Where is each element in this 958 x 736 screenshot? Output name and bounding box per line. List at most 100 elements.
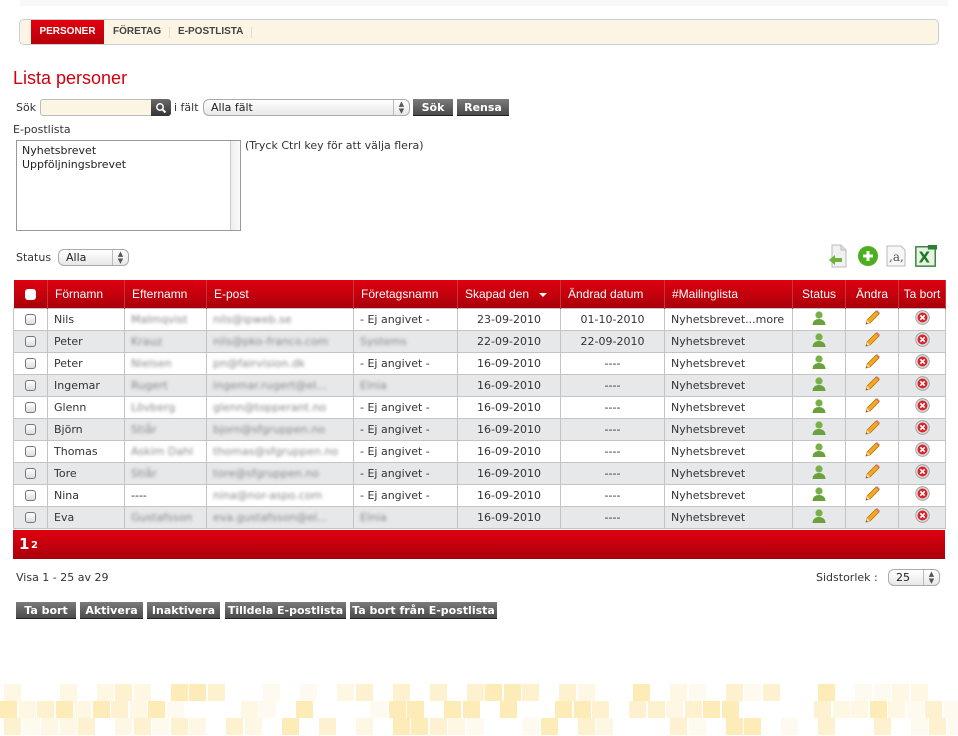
row-checkbox[interactable] [25,468,36,479]
delete-icon [914,442,930,457]
delete-cell[interactable] [898,439,946,463]
email-cell: glenn@topperant.no [206,395,354,419]
mosaic-tile [814,701,831,718]
delete-cell[interactable] [898,329,946,353]
status-select[interactable]: Alla ▲ ▼ [58,249,129,266]
row-checkbox[interactable] [25,490,36,501]
mosaic-tile [670,718,687,735]
status-cell[interactable] [792,395,846,419]
delete-cell[interactable] [898,351,946,375]
import-button[interactable] [826,243,850,269]
header-efternamn[interactable]: Efternamn [124,280,207,308]
status-cell[interactable] [792,417,846,441]
mailing-list-option[interactable]: Nyhetsbrevet [22,144,235,158]
tab-personer[interactable]: PERSONER [31,20,104,44]
field-label: i fält [174,101,199,114]
delete-selected-button[interactable]: Ta bort [16,602,76,619]
table-header-row: Förnamn Efternamn E-post Företagsnamn Sk… [13,280,946,308]
search-input[interactable] [40,99,152,116]
created-date-cell: 16-09-2010 [457,417,561,441]
edit-cell[interactable] [845,461,899,485]
row-select-cell [13,417,48,441]
row-select-cell [13,395,48,419]
edit-cell[interactable] [845,351,899,375]
status-cell[interactable] [792,483,846,507]
row-checkbox[interactable] [25,336,36,347]
listbox-scrollbar[interactable] [230,141,240,230]
delete-cell[interactable] [898,373,946,397]
header-mailinglista[interactable]: #Mailinglista [664,280,793,308]
mailing-list-select[interactable]: Nyhetsbrevet Uppföljningsbrevet [16,140,241,231]
header-andrad-datum[interactable]: Ändrad datum [560,280,665,308]
remove-mailing-list-button[interactable]: Ta bort från E-postlista [350,602,497,619]
mailing-list-option[interactable]: Uppföljningsbrevet [22,158,235,172]
select-all-checkbox[interactable] [24,289,36,301]
row-checkbox[interactable] [25,358,36,369]
header-epost[interactable]: E-post [206,280,354,308]
edit-cell[interactable] [845,483,899,507]
tab-epostlista[interactable]: E-POSTLISTA [178,20,243,44]
page-link-2[interactable]: 2 [31,540,38,551]
delete-icon [914,332,930,347]
status-cell[interactable] [792,351,846,375]
activate-button[interactable]: Aktivera [80,602,143,619]
delete-cell[interactable] [898,483,946,507]
header-fornamn[interactable]: Förnamn [47,280,125,308]
status-cell[interactable] [792,505,846,529]
row-checkbox[interactable] [25,314,36,325]
status-cell[interactable] [792,439,846,463]
add-person-button[interactable] [856,243,880,269]
sort-desc-icon [539,292,548,297]
mosaic-tile [392,718,410,735]
company-text: Systems [360,334,407,348]
delete-cell[interactable] [898,417,946,441]
mosaic-tile [462,701,480,718]
mosaic-tile [555,701,572,718]
row-checkbox[interactable] [25,380,36,391]
mosaic-tile [189,718,206,735]
delete-cell[interactable] [898,461,946,485]
row-checkbox[interactable] [25,402,36,413]
text-format-button[interactable]: ,a, [884,243,908,269]
assign-mailing-list-button[interactable]: Tilldela E-postlista [225,602,346,619]
mosaic-tile [133,684,151,701]
search-icon-button[interactable] [151,99,171,116]
mosaic-tile [684,701,702,718]
mosaic-tile [781,718,798,735]
search-button[interactable]: Sök [413,99,453,116]
header-skapad-den[interactable]: Skapad den [457,280,561,308]
first-name-cell: Tore [47,461,125,485]
mosaic-tile [721,701,739,718]
edit-cell[interactable] [845,329,899,353]
header-foretagsnamn[interactable]: Företagsnamn [353,280,458,308]
row-checkbox[interactable] [25,512,36,523]
edit-cell[interactable] [845,417,899,441]
mosaic-tile [873,718,891,735]
person-active-icon [812,508,826,523]
delete-cell[interactable] [898,505,946,529]
status-cell[interactable] [792,307,846,331]
status-cell[interactable] [792,329,846,353]
mosaic-tile [910,718,928,735]
delete-cell[interactable] [898,307,946,331]
edit-cell[interactable] [845,395,899,419]
edit-cell[interactable] [845,373,899,397]
table-row: Ingemar Rugert ingemar.rugert@el... Elni… [13,373,946,397]
status-cell[interactable] [792,461,846,485]
delete-icon [914,310,930,325]
delete-cell[interactable] [898,395,946,419]
mosaic-tile [429,718,447,735]
page-size-select[interactable]: 25 ▲ ▼ [888,569,940,586]
edit-cell[interactable] [845,439,899,463]
field-select[interactable]: Alla fält ▲ ▼ [203,99,410,116]
excel-export-button[interactable]: X [914,243,938,269]
tab-foretag[interactable]: FÖRETAG [113,20,161,44]
status-cell[interactable] [792,373,846,397]
clear-button[interactable]: Rensa [457,99,509,116]
row-checkbox[interactable] [25,424,36,435]
edit-cell[interactable] [845,307,899,331]
mosaic-tile [906,701,924,718]
row-checkbox[interactable] [25,446,36,457]
deactivate-button[interactable]: Inaktivera [147,602,220,619]
edit-cell[interactable] [845,505,899,529]
